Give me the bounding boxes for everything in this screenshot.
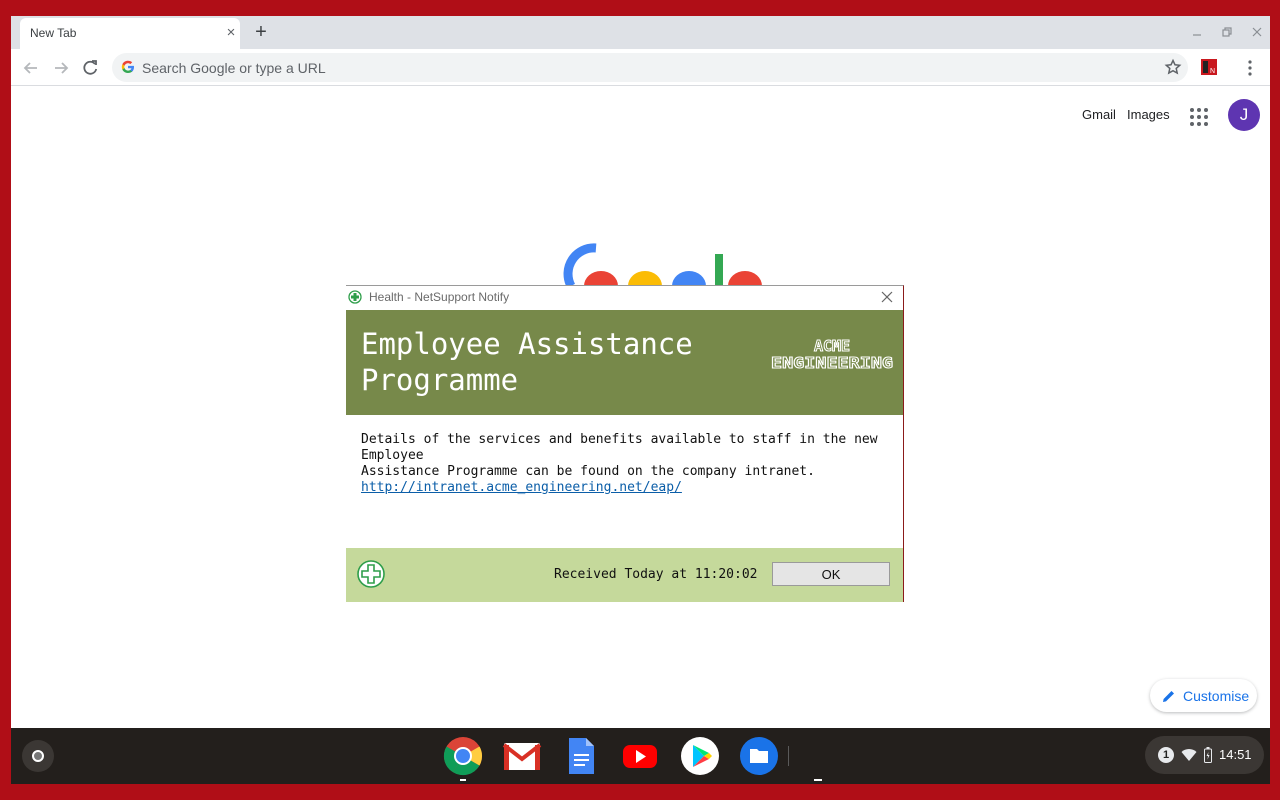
- dialog-heading: Employee Assistance Programme: [361, 326, 751, 398]
- notification-count-badge: 1: [1158, 747, 1174, 763]
- shelf-cursor-mark: [814, 779, 822, 781]
- bookmark-star-icon[interactable]: [1164, 58, 1182, 76]
- play-store-app-icon[interactable]: [680, 736, 720, 776]
- chrome-active-indicator: [460, 779, 466, 781]
- omnibox[interactable]: [112, 53, 1188, 82]
- window-close-icon[interactable]: [1249, 24, 1265, 40]
- tab-close-icon[interactable]: ×: [222, 24, 240, 42]
- tab-strip: New Tab × +: [11, 16, 1270, 49]
- clock: 14:51: [1219, 747, 1252, 762]
- wifi-icon: [1181, 749, 1197, 761]
- youtube-app-icon[interactable]: [620, 736, 660, 776]
- files-app-icon[interactable]: [739, 736, 779, 776]
- customise-label: Customise: [1183, 688, 1250, 704]
- chrome-app-icon[interactable]: [443, 736, 483, 776]
- tab-new-tab[interactable]: New Tab ×: [20, 18, 240, 49]
- pencil-icon: [1163, 691, 1174, 702]
- received-timestamp: Received Today at 11:20:02: [554, 567, 758, 582]
- tab-title: New Tab: [30, 26, 77, 40]
- chrome-menu-icon[interactable]: [1242, 58, 1258, 78]
- forward-icon[interactable]: [50, 57, 72, 79]
- dialog-footer: Received Today at 11:20:02 OK: [346, 548, 903, 602]
- browser-toolbar: N: [11, 49, 1270, 86]
- dialog-heading-line1: Employee Assistance: [361, 327, 693, 361]
- apps-grid-icon[interactable]: [1187, 105, 1211, 129]
- account-avatar[interactable]: J: [1228, 99, 1260, 131]
- dialog-heading-line2: Programme: [361, 363, 519, 397]
- google-g-icon: [121, 60, 134, 73]
- status-tray[interactable]: 1 14:51: [1145, 736, 1264, 774]
- reload-icon[interactable]: [79, 57, 101, 79]
- new-tab-button[interactable]: +: [249, 21, 273, 45]
- search-input[interactable]: [142, 53, 1142, 82]
- launcher-button[interactable]: [22, 740, 54, 772]
- health-cross-icon: [348, 290, 362, 304]
- svg-text:N: N: [1210, 68, 1215, 75]
- docs-app-icon[interactable]: [561, 736, 601, 776]
- message-line2: Assistance Programme can be found on the…: [361, 464, 815, 479]
- customise-button[interactable]: Customise: [1150, 679, 1257, 712]
- message-line1: Details of the services and benefits ava…: [361, 432, 878, 463]
- shelf-separator: [788, 746, 789, 766]
- intranet-link[interactable]: http://intranet.acme_engineering.net/eap…: [361, 480, 881, 496]
- health-cross-large-icon: [357, 560, 385, 588]
- battery-icon: [1204, 747, 1212, 763]
- images-link[interactable]: Images: [1127, 107, 1170, 122]
- gmail-link[interactable]: Gmail: [1082, 107, 1116, 122]
- dialog-header: Employee Assistance Programme ACME ENGIN…: [346, 310, 903, 415]
- logo-line2: ENGINEERING: [771, 354, 893, 371]
- dialog-titlebar: Health - NetSupport Notify: [346, 286, 903, 310]
- minimize-icon[interactable]: [1189, 24, 1205, 40]
- ok-button[interactable]: OK: [772, 562, 890, 586]
- dialog-title: Health - NetSupport Notify: [369, 290, 510, 304]
- notify-dialog: Health - NetSupport Notify Employee Assi…: [346, 285, 904, 602]
- restore-icon[interactable]: [1219, 24, 1235, 40]
- google-logo: [563, 243, 762, 286]
- launcher-icon: [32, 750, 44, 762]
- acme-engineering-logo: ACME ENGINEERING: [771, 337, 894, 371]
- shelf: 1 14:51: [11, 728, 1270, 784]
- dialog-close-icon[interactable]: [880, 290, 894, 304]
- netsupport-extension-icon[interactable]: N: [1201, 59, 1217, 75]
- back-icon[interactable]: [20, 57, 42, 79]
- dialog-message: Details of the services and benefits ava…: [361, 432, 881, 496]
- logo-line1: ACME: [814, 337, 850, 355]
- gmail-app-icon[interactable]: [502, 736, 542, 776]
